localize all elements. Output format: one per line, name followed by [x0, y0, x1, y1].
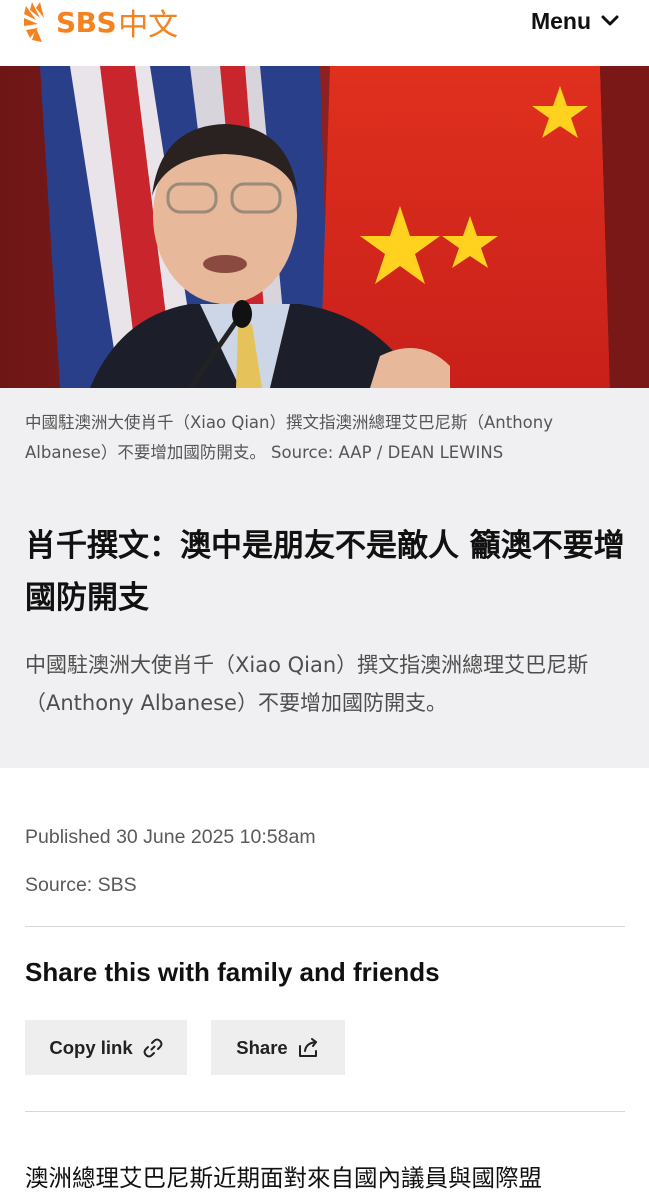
divider — [25, 926, 625, 927]
chevron-down-icon — [601, 12, 619, 31]
link-icon — [143, 1038, 163, 1058]
copy-link-button[interactable]: Copy link — [25, 1020, 187, 1075]
menu-button[interactable]: Menu — [531, 4, 619, 38]
share-label: Share — [236, 1036, 288, 1058]
divider — [25, 1111, 625, 1112]
sbs-sunburst-icon — [22, 2, 54, 42]
share-heading: Share this with family and friends — [25, 957, 440, 987]
site-header: SBS 中文 Menu — [0, 0, 649, 66]
article-title: 肖千撰文：澳中是朋友不是敵人 籲澳不要增國防開支 — [25, 528, 625, 616]
logo-text: SBS — [56, 5, 117, 39]
copy-link-label: Copy link — [49, 1036, 133, 1058]
article-lede: 中國駐澳洲大使肖千（Xiao Qian）撰文指澳洲總理艾巴尼斯（Anthony … — [0, 388, 649, 768]
menu-label: Menu — [530, 7, 591, 34]
image-caption: 中國駐澳洲大使肖千（Xiao Qian）撰文指澳洲總理艾巴尼斯（Anthony … — [25, 413, 553, 462]
article-standfirst: 中國駐澳洲大使肖千（Xiao Qian）撰文指澳洲總理艾巴尼斯（Anthony … — [25, 653, 589, 715]
hero-image — [0, 66, 649, 388]
article-body-paragraph: 澳洲總理艾巴尼斯近期面對來自國內議員與國際盟 — [25, 1164, 542, 1192]
share-button[interactable]: Share — [211, 1020, 345, 1075]
share-icon — [298, 1037, 320, 1058]
publish-date: Published 30 June 2025 10:58am — [25, 826, 316, 848]
article-source: Source: SBS — [25, 874, 137, 896]
sbs-logo[interactable]: SBS 中文 — [22, 2, 179, 43]
logo-language: 中文 — [118, 8, 179, 43]
